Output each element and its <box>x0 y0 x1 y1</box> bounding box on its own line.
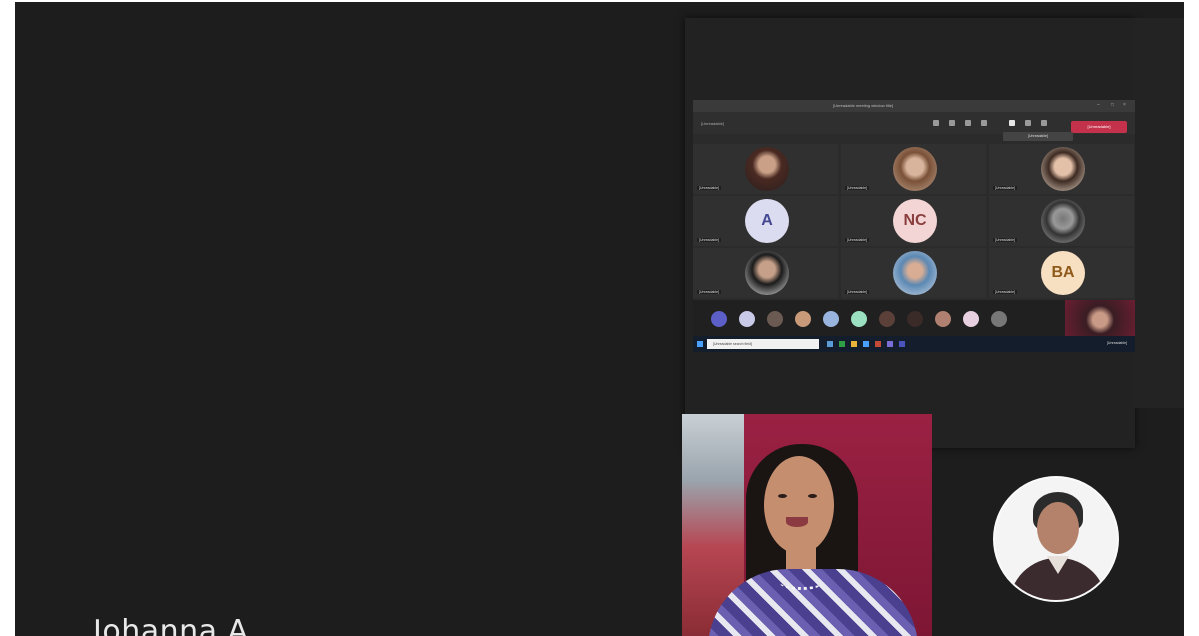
file-explorer-icon[interactable] <box>851 341 857 347</box>
participant-name: [Unreadable] <box>697 186 722 190</box>
app-icon[interactable] <box>839 341 845 347</box>
participant-avatar <box>893 147 937 191</box>
participant-tile[interactable]: [Unreadable] <box>841 248 986 298</box>
participant-avatar <box>745 147 789 191</box>
participant-avatar <box>1041 199 1085 243</box>
speaker-eye <box>808 494 817 498</box>
meeting-toolbar: [Unreadable] [Unreadable] <box>693 112 1135 134</box>
participant-name: [Unreadable] <box>697 290 722 294</box>
speaker-eye <box>778 494 787 498</box>
participant-video-bubble[interactable] <box>993 476 1119 602</box>
strip-avatar[interactable] <box>739 311 755 327</box>
participant-face <box>1037 502 1079 554</box>
participant-tile[interactable]: A [Unreadable] <box>693 196 838 246</box>
strip-avatar[interactable] <box>879 311 895 327</box>
window-title: [Unreadable meeting window title] <box>833 103 894 108</box>
participant-tile[interactable]: NC [Unreadable] <box>841 196 986 246</box>
speaker-video <box>682 414 932 636</box>
teams-active-icon[interactable] <box>899 341 905 347</box>
strip-avatar[interactable] <box>851 311 867 327</box>
participant-name: [Unreadable] <box>697 238 722 242</box>
strip-avatar[interactable] <box>963 311 979 327</box>
participant-tile[interactable]: [Unreadable] <box>989 196 1134 246</box>
strip-avatar[interactable] <box>907 311 923 327</box>
speaker-necklace <box>780 576 822 590</box>
participant-avatar <box>1041 147 1085 191</box>
taskview-icon[interactable] <box>827 341 833 347</box>
participant-tile[interactable]: [Unreadable] <box>693 248 838 298</box>
participant-tile[interactable]: [Unreadable] <box>693 144 838 194</box>
participant-initials-avatar: A <box>745 199 789 243</box>
app-icon[interactable] <box>875 341 881 347</box>
maximize-icon[interactable]: □ <box>1111 103 1116 108</box>
shared-screen-edge <box>1135 18 1184 408</box>
strip-avatar[interactable] <box>767 311 783 327</box>
shared-teams-window: [Unreadable meeting window title] – □ × … <box>693 100 1135 352</box>
participant-name: [Unreadable] <box>993 238 1018 242</box>
participant-strip <box>693 300 1135 336</box>
strip-avatar[interactable] <box>711 311 727 327</box>
speaker-face <box>764 456 834 554</box>
participant-tile[interactable]: [Unreadable] <box>841 144 986 194</box>
strip-avatar[interactable] <box>823 311 839 327</box>
participant-name: [Unreadable] <box>845 238 870 242</box>
participant-avatar <box>745 251 789 295</box>
leave-button[interactable]: [Unreadable] <box>1071 121 1127 133</box>
chat-icon[interactable] <box>949 120 955 126</box>
speaker-name-label: Johanna A. <box>93 614 259 636</box>
participant-tile[interactable]: [Unreadable] <box>989 144 1134 194</box>
taskbar-clock: [Unreadable] <box>1106 341 1127 345</box>
participant-avatar <box>893 251 937 295</box>
taskbar-search-field[interactable]: [Unreadable search field] <box>707 339 819 349</box>
self-view-video <box>1065 300 1135 336</box>
people-icon[interactable] <box>933 120 939 126</box>
participant-name: [Unreadable] <box>845 290 870 294</box>
toolbar-left-text: [Unreadable] <box>701 121 724 126</box>
strip-avatar[interactable] <box>795 311 811 327</box>
strip-avatar[interactable] <box>991 311 1007 327</box>
window-titlebar: [Unreadable meeting window title] – □ × <box>693 100 1135 112</box>
reactions-icon[interactable] <box>965 120 971 126</box>
participant-name: [Unreadable] <box>993 186 1018 190</box>
teams-icon[interactable] <box>887 341 893 347</box>
meeting-stage: [Unreadable meeting window title] – □ × … <box>15 2 1184 636</box>
windows-taskbar: [Unreadable search field] [Unreadable] <box>693 336 1135 352</box>
speaker-mouth <box>786 517 808 527</box>
participant-tile[interactable]: BA [Unreadable] <box>989 248 1134 298</box>
participant-name: [Unreadable] <box>993 290 1018 294</box>
browser-icon[interactable] <box>863 341 869 347</box>
share-screen-icon[interactable] <box>1041 120 1047 126</box>
windows-start-icon[interactable] <box>697 341 703 347</box>
video-camera-icon[interactable] <box>1009 120 1015 126</box>
strip-avatar[interactable] <box>935 311 951 327</box>
participant-initials-avatar: BA <box>1041 251 1085 295</box>
more-icon[interactable] <box>981 120 987 126</box>
participant-initials-avatar: NC <box>893 199 937 243</box>
close-icon[interactable]: × <box>1123 103 1128 108</box>
microphone-icon[interactable] <box>1025 120 1031 126</box>
participant-name: [Unreadable] <box>845 186 870 190</box>
minimize-icon[interactable]: – <box>1097 103 1102 108</box>
toolbar-tooltip: [Unreadable] <box>1003 132 1073 141</box>
